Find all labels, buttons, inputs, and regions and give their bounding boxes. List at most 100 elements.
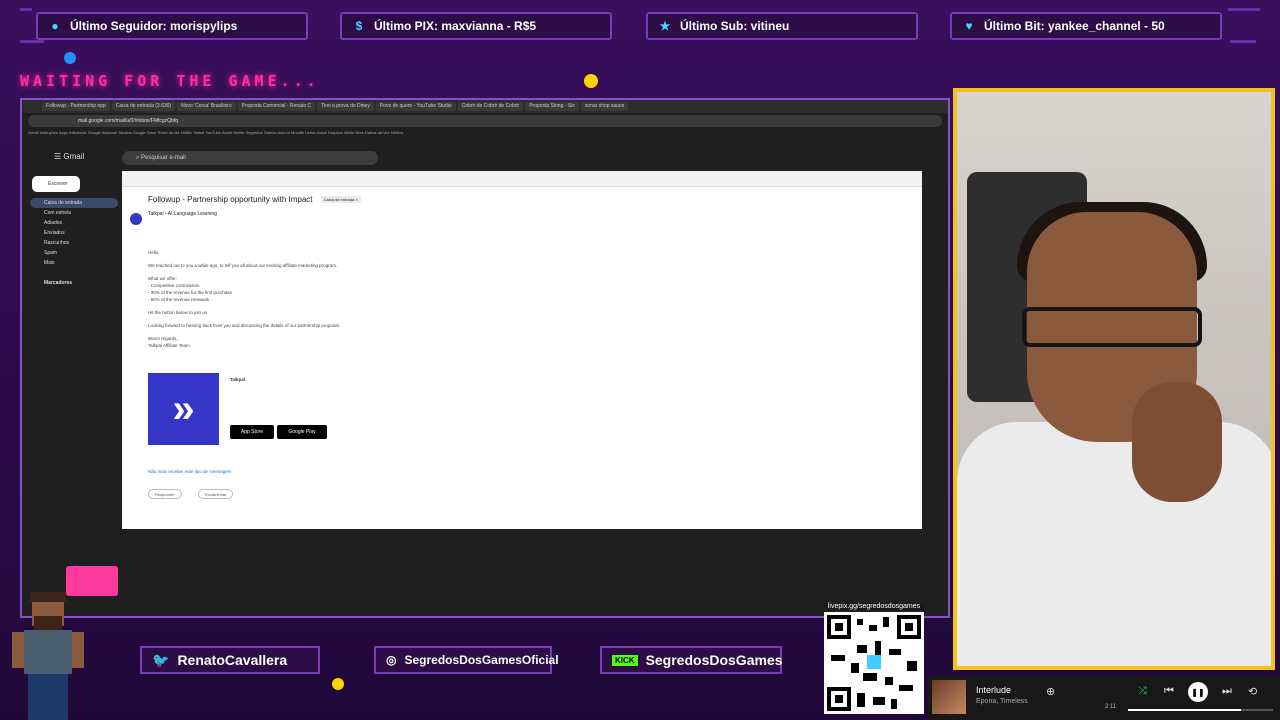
pause-icon: ❚❚ bbox=[1191, 687, 1205, 697]
last-bit-pill: ♥ Último Bit: yankee_channel - 50 bbox=[950, 12, 1222, 40]
body-line: Talkpal Affiliate Team bbox=[148, 343, 190, 348]
instagram-handle: ◎ SegredosDosGamesOficial bbox=[374, 646, 559, 674]
qr-caption: livepix.gg/segredosdosgames bbox=[824, 603, 924, 610]
body-line: We reached out to you a while ago, to te… bbox=[148, 263, 338, 268]
app-store-button[interactable]: App Store bbox=[230, 425, 274, 439]
tab[interactable]: Povo de quem - YouTube Studio bbox=[375, 102, 456, 111]
elapsed-time: 2:11 bbox=[1105, 704, 1117, 710]
music-player: Interlude Epona, Timeless ⊕ ⤨ ⏮ ❚❚ ⏭ ⟲ 2… bbox=[928, 676, 1280, 720]
song-artist: Epona, Timeless bbox=[976, 698, 1028, 705]
socials-bar: 🐦 RenatoCavallera ◎ SegredosDosGamesOfic… bbox=[140, 645, 783, 675]
stream-overlay: ● Último Seguidor: morispylips $ Último … bbox=[0, 0, 1280, 720]
desktop-capture: Followup - Partnership opp Caixa de entr… bbox=[20, 98, 950, 618]
tab[interactable]: Novo 'Corsa' Brasileiro bbox=[177, 102, 236, 111]
twitter-label: RenatoCavallera bbox=[177, 652, 288, 668]
signature: Talkpal bbox=[230, 377, 245, 383]
star-icon: ★ bbox=[659, 19, 671, 33]
decor-line bbox=[1230, 40, 1256, 43]
gmail-brand: Gmail bbox=[63, 152, 85, 161]
sidebar-item-starred[interactable]: Com estrela bbox=[30, 208, 118, 218]
tab[interactable]: Tirei a prova do Diney bbox=[317, 102, 374, 111]
tab[interactable]: Proposta Siring - Sis bbox=[525, 102, 579, 111]
decor-dot bbox=[64, 52, 76, 64]
dollar-icon: $ bbox=[355, 19, 363, 33]
diamond-icon: ♥ bbox=[965, 19, 973, 33]
pixel-character-icon bbox=[8, 592, 88, 720]
sidebar-item-snoozed[interactable]: Adiados bbox=[30, 218, 118, 228]
body-line: - 30% of the revenue for the first purch… bbox=[148, 290, 233, 295]
last-pix-label: Último PIX: maxvianna - R$5 bbox=[374, 19, 537, 33]
glasses bbox=[1022, 307, 1202, 347]
email-toolbar bbox=[122, 171, 922, 187]
webcam-feed bbox=[953, 88, 1275, 670]
sidebar-item-drafts[interactable]: Rascunhos bbox=[30, 238, 118, 248]
decor-dot bbox=[584, 74, 598, 88]
last-follower-label: Último Seguidor: morispylips bbox=[70, 19, 238, 33]
tab[interactable]: sonar shop sauce bbox=[580, 102, 629, 111]
talkpal-logo: » bbox=[148, 373, 219, 445]
body-line: - Competitive commission bbox=[148, 283, 200, 288]
email-body: Hello, We reached out to you a while ago… bbox=[148, 249, 448, 349]
last-sub-pill: ★ Último Sub: vitineu bbox=[646, 12, 918, 40]
email-view: Followup - Partnership opportunity with … bbox=[122, 171, 922, 529]
gmail-logo[interactable]: ☰ Gmail bbox=[54, 152, 84, 161]
body-line: Looking forward to hearing back from you… bbox=[148, 323, 340, 328]
album-art bbox=[932, 680, 966, 714]
search-input[interactable]: ⌕ Pesquisar e-mail bbox=[122, 151, 378, 165]
tab[interactable]: Cobrir de Cobrir de Cobrir bbox=[457, 102, 524, 111]
pause-button[interactable]: ❚❚ bbox=[1188, 682, 1208, 702]
inbox-chip[interactable]: Caixa de entrada × bbox=[320, 196, 361, 204]
twitter-icon: 🐦 bbox=[152, 651, 170, 668]
gmail-sidebar: Escrever Caixa de entrada Com estrela Ad… bbox=[28, 174, 120, 288]
sidebar-item-inbox[interactable]: Caixa de entrada bbox=[30, 198, 118, 208]
browser-tabs: Followup - Partnership opp Caixa de entr… bbox=[22, 100, 948, 113]
shuffle-icon[interactable]: ⤨ bbox=[1138, 685, 1147, 698]
last-pix-pill: $ Último PIX: maxvianna - R$5 bbox=[340, 12, 612, 40]
address-bar[interactable]: mail.google.com/mail/u/0/#inbox/FMfcgzQb… bbox=[28, 115, 942, 127]
body-line: What we offer: bbox=[148, 276, 177, 281]
hand bbox=[1132, 382, 1222, 502]
body-line: - 50% of the revenue renewals bbox=[148, 297, 210, 302]
kick-icon: KICK bbox=[612, 654, 638, 666]
add-icon[interactable]: ⊕ bbox=[1046, 685, 1055, 698]
google-play-button[interactable]: Google Play bbox=[277, 425, 327, 439]
progress-bar[interactable] bbox=[1128, 709, 1273, 711]
person-icon: ● bbox=[51, 19, 59, 33]
tab[interactable]: Followup - Partnership opp bbox=[42, 102, 110, 111]
subject-text: Followup - Partnership opportunity with … bbox=[148, 195, 313, 204]
email-subject: Followup - Partnership opportunity with … bbox=[148, 195, 361, 204]
sidebar-item-sent[interactable]: Enviados bbox=[30, 228, 118, 238]
bookmarks-bar: Gmail Instruções Apps Influencer Google … bbox=[28, 130, 404, 135]
tab[interactable]: Proposta Comercial - Renato C bbox=[237, 102, 316, 111]
sender-avatar bbox=[130, 213, 142, 225]
compose-button[interactable]: Escrever bbox=[32, 176, 80, 192]
greeting: Hello, bbox=[148, 250, 160, 255]
decor-line bbox=[20, 8, 32, 11]
last-sub-label: Último Sub: vitineu bbox=[680, 19, 790, 33]
search-placeholder: Pesquisar e-mail bbox=[141, 155, 186, 161]
tab[interactable]: Caixa de entrada (3.630) bbox=[111, 102, 176, 111]
last-follower-pill: ● Último Seguidor: morispylips bbox=[36, 12, 308, 40]
unsubscribe-link[interactable]: Não mais receber este tipo de mensagem bbox=[148, 469, 232, 474]
decor-line bbox=[1228, 8, 1260, 11]
body-line[interactable]: Hit the button below to join us bbox=[148, 309, 448, 316]
qr-code-icon[interactable] bbox=[824, 612, 924, 714]
sidebar-item-spam[interactable]: Spam bbox=[30, 248, 118, 258]
sidebar-item-more[interactable]: Mais bbox=[30, 258, 118, 268]
forward-button[interactable]: Encaminhar bbox=[198, 489, 234, 499]
shirt bbox=[957, 422, 1271, 666]
hamburger-icon[interactable]: ☰ bbox=[54, 152, 63, 161]
progress-fill bbox=[1128, 709, 1242, 711]
reply-button[interactable]: Responder bbox=[148, 489, 182, 499]
previous-icon[interactable]: ⏮ bbox=[1164, 685, 1174, 698]
body-line: Warm regards, bbox=[148, 336, 178, 341]
next-icon[interactable]: ⏭ bbox=[1222, 685, 1232, 698]
kick-label: SegredosDosGames bbox=[645, 652, 783, 668]
decor-dot bbox=[332, 678, 344, 690]
labels-header: Marcadores bbox=[44, 280, 73, 286]
waiting-text: WAITING FOR THE GAME... bbox=[20, 72, 320, 90]
sender-name: Talkpal - AI Language Learning bbox=[148, 211, 217, 217]
song-title: Interlude bbox=[976, 685, 1012, 695]
twitter-handle: 🐦 RenatoCavallera bbox=[140, 646, 320, 674]
repeat-icon[interactable]: ⟲ bbox=[1248, 685, 1257, 698]
